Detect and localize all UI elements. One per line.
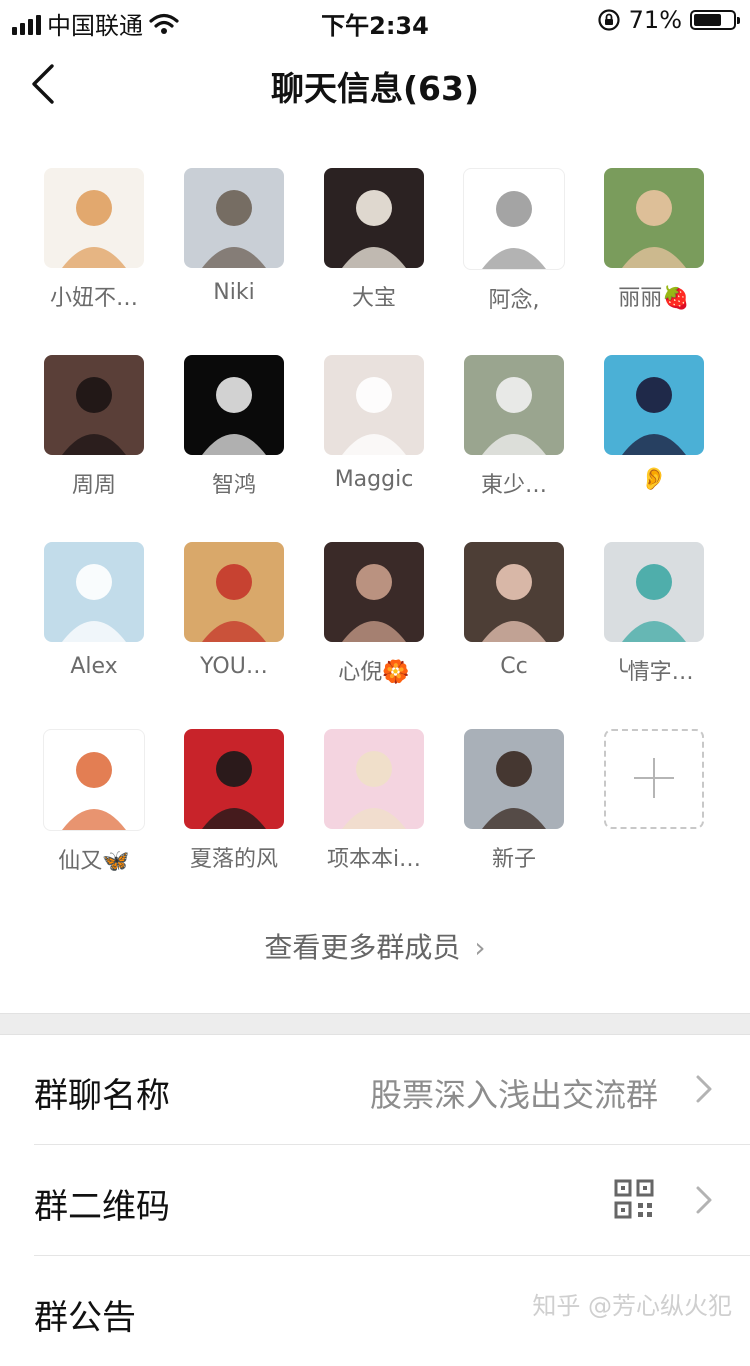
view-more-label: 查看更多群成员 (264, 931, 461, 964)
qrcode-icon (614, 1179, 654, 1219)
avatar[interactable] (44, 355, 144, 455)
avatar[interactable] (184, 729, 284, 829)
watermark: 知乎 @芳心纵火犯 (532, 1292, 732, 1320)
group-announcement-label: 群公告 (34, 1298, 136, 1338)
member-name: 项本本i… (326, 847, 422, 872)
plus-icon[interactable] (604, 729, 704, 829)
member-item[interactable]: ╰情字… (584, 542, 724, 729)
member-grid: 小妞不… Niki 大宝 阿念, 丽丽🍓 周周 智鸿 Maggic 東少… 👂 Alex YOU… 心倪… (24, 168, 724, 916)
member-item[interactable]: 東少… (444, 355, 584, 542)
member-name: 👂 (640, 467, 668, 492)
member-name: 丽丽🍓 (618, 286, 690, 311)
member-row: 仙又🦋 夏落的风 项本本i… 新子 (24, 729, 724, 916)
avatar[interactable] (43, 729, 145, 831)
member-name: Cc (500, 654, 528, 679)
member-item[interactable]: 仙又🦋 (24, 729, 164, 916)
member-name: YOU… (200, 654, 268, 679)
member-name: 周周 (71, 473, 116, 498)
avatar[interactable] (464, 729, 564, 829)
group-name-value: 股票深入浅出交流群 (369, 1076, 658, 1114)
member-name: 仙又🦋 (58, 849, 130, 874)
member-item[interactable]: 丽丽🍓 (584, 168, 724, 355)
group-qr-row[interactable]: 群二维码 (0, 1145, 750, 1255)
avatar[interactable] (324, 168, 424, 268)
member-item[interactable]: 项本本i… (304, 729, 444, 916)
member-item[interactable]: 心倪🏵️ (304, 542, 444, 729)
avatar[interactable] (324, 729, 424, 829)
member-name: 阿念, (488, 288, 540, 313)
member-item[interactable]: Niki (164, 168, 304, 355)
member-item[interactable]: Alex (24, 542, 164, 729)
member-name: 智鸿 (211, 473, 256, 498)
nav-bar: 聊天信息(63) (0, 42, 750, 126)
member-name: ╰情字… (614, 660, 694, 685)
chevron-right-icon (696, 1075, 712, 1103)
member-item[interactable]: 👂 (584, 355, 724, 542)
member-item[interactable]: 阿念, (444, 168, 584, 355)
member-row: 周周 智鸿 Maggic 東少… 👂 (24, 355, 724, 542)
page-title: 聊天信息(63) (270, 69, 480, 108)
member-name: 夏落的风 (189, 847, 278, 872)
avatar[interactable] (44, 542, 144, 642)
member-name: 東少… (480, 473, 547, 498)
avatar[interactable] (464, 355, 564, 455)
member-name: 小妞不… (49, 286, 138, 311)
member-name: Alex (70, 654, 118, 679)
member-row: Alex YOU… 心倪🏵️ Cc ╰情字… (24, 542, 724, 729)
group-qr-label: 群二维码 (34, 1187, 170, 1227)
member-item[interactable]: YOU… (164, 542, 304, 729)
avatar[interactable] (324, 355, 424, 455)
member-item[interactable]: 新子 (444, 729, 584, 916)
view-more-members-link[interactable]: 查看更多群成员 › (0, 926, 750, 966)
member-name: 新子 (491, 847, 536, 872)
avatar[interactable] (604, 355, 704, 455)
group-name-label: 群聊名称 (34, 1076, 170, 1116)
member-item[interactable]: Maggic (304, 355, 444, 542)
avatar[interactable] (464, 542, 564, 642)
battery-fill (694, 14, 721, 26)
member-item[interactable]: 小妞不… (24, 168, 164, 355)
member-name: Maggic (334, 467, 414, 492)
avatar[interactable] (324, 542, 424, 642)
avatar[interactable] (604, 168, 704, 268)
group-name-row[interactable]: 群聊名称 股票深入浅出交流群 (0, 1034, 750, 1144)
avatar[interactable] (44, 168, 144, 268)
avatar[interactable] (463, 168, 565, 270)
status-bar: 中国联通 下午2:34 71% (0, 0, 750, 42)
member-item[interactable]: 夏落的风 (164, 729, 304, 916)
battery-percent: 71% (628, 6, 682, 34)
status-right: 71% (597, 6, 740, 34)
chevron-right-icon: › (474, 931, 486, 964)
chevron-right-icon (696, 1186, 712, 1214)
rotation-lock-icon (598, 9, 620, 31)
avatar[interactable] (604, 542, 704, 642)
avatar[interactable] (184, 355, 284, 455)
avatar[interactable] (184, 168, 284, 268)
member-item[interactable]: Cc (444, 542, 584, 729)
member-item[interactable]: 智鸿 (164, 355, 304, 542)
member-row: 小妞不… Niki 大宝 阿念, 丽丽🍓 (24, 168, 724, 355)
add-member-button[interactable] (584, 729, 724, 916)
member-item[interactable]: 周周 (24, 355, 164, 542)
member-item[interactable]: 大宝 (304, 168, 444, 355)
member-name: 心倪🏵️ (338, 660, 410, 685)
member-name: Niki (213, 280, 255, 305)
section-separator (0, 1013, 750, 1035)
member-name: 大宝 (351, 286, 396, 311)
avatar[interactable] (184, 542, 284, 642)
battery-icon (690, 10, 740, 30)
